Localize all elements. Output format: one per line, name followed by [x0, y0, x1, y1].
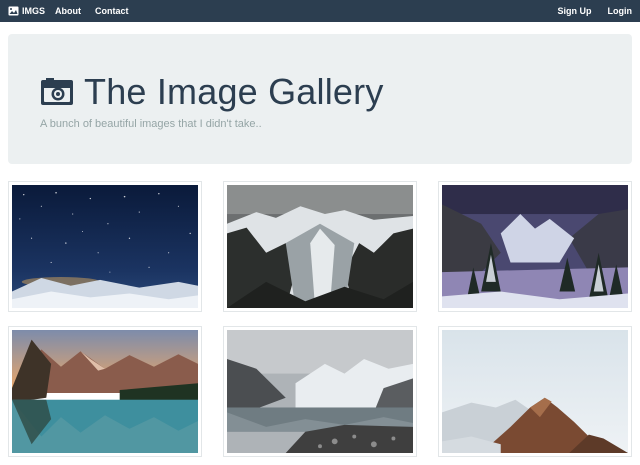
gallery-image-glacial-lake[interactable]	[223, 326, 417, 457]
image-glacier-valley	[227, 185, 413, 308]
gallery-image-glacier-valley[interactable]	[223, 181, 417, 312]
page-subtitle: A bunch of beautiful images that I didn'…	[40, 118, 262, 130]
image-gallery	[8, 181, 632, 461]
image-icon	[8, 6, 19, 16]
brand-link[interactable]: IMGS	[8, 6, 45, 16]
nav-right: Sign Up Login	[542, 6, 633, 16]
nav-link-contact[interactable]: Contact	[95, 6, 129, 16]
brand-label: IMGS	[22, 6, 46, 16]
image-mountain-lake-sunset	[12, 330, 198, 453]
gallery-image-starry-night[interactable]	[8, 181, 202, 312]
image-glacial-lake	[227, 330, 413, 453]
gallery-image-misty-mountain[interactable]	[438, 326, 632, 457]
page-title: The Image Gallery	[84, 71, 384, 112]
image-starry-night	[12, 185, 198, 308]
camera-icon	[41, 78, 73, 105]
gallery-image-mountain-lake-sunset[interactable]	[8, 326, 202, 457]
image-misty-mountain	[442, 330, 628, 453]
navbar: IMGS About Contact Sign Up Login	[0, 0, 640, 22]
nav-link-about[interactable]: About	[55, 6, 81, 16]
sign-up-link[interactable]: Sign Up	[558, 6, 592, 16]
image-snowy-forest	[442, 185, 628, 308]
login-link[interactable]: Login	[608, 6, 633, 16]
jumbotron: The Image Gallery A bunch of beautiful i…	[8, 34, 632, 164]
gallery-image-snowy-forest[interactable]	[438, 181, 632, 312]
title-row: The Image Gallery	[40, 74, 384, 110]
